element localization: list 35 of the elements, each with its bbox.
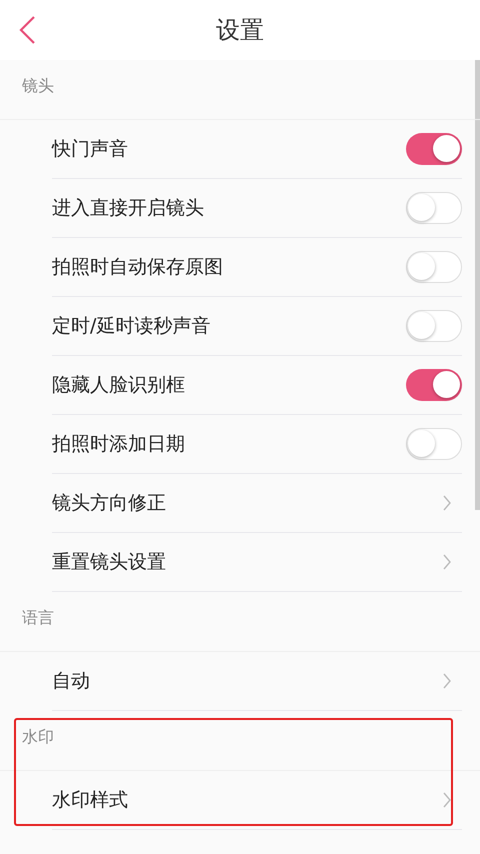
- row-label: 自动: [52, 669, 90, 694]
- settings-row[interactable]: 镜头方向修正: [52, 474, 462, 533]
- row-label: 进入直接开启镜头: [52, 196, 204, 221]
- row-label: 定时/延时读秒声音: [52, 314, 210, 339]
- toggle-switch[interactable]: [406, 251, 462, 283]
- row-label: 重置镜头设置: [52, 550, 166, 575]
- toggle-switch[interactable]: [406, 133, 462, 165]
- row-label: 水印样式: [52, 788, 128, 813]
- chevron-icon: [442, 672, 452, 690]
- chevron-icon: [442, 791, 452, 809]
- row-label: 隐藏人脸识别框: [52, 373, 185, 398]
- toggle-switch[interactable]: [406, 369, 462, 401]
- row-label: 拍照时自动保存原图: [52, 255, 223, 280]
- section-title: 水印: [22, 727, 54, 748]
- settings-row[interactable]: 隐藏人脸识别框: [52, 356, 462, 415]
- section-title: 镜头: [22, 76, 54, 97]
- settings-row[interactable]: 水印样式: [52, 771, 462, 830]
- toggle-switch[interactable]: [406, 192, 462, 224]
- back-icon[interactable]: [18, 15, 36, 45]
- section-title: 语言: [22, 608, 54, 629]
- row-label: 镜头方向修正: [52, 491, 166, 516]
- settings-row[interactable]: 重置镜头设置: [52, 533, 462, 592]
- toggle-switch[interactable]: [406, 310, 462, 342]
- settings-row[interactable]: 自动: [52, 652, 462, 711]
- settings-row[interactable]: 拍照时自动保存原图: [52, 238, 462, 297]
- chevron-icon: [442, 494, 452, 512]
- page-title: 设置: [216, 15, 264, 46]
- row-label: 拍照时添加日期: [52, 432, 185, 457]
- row-label: 快门声音: [52, 137, 128, 162]
- settings-row[interactable]: 拍照时添加日期: [52, 415, 462, 474]
- settings-row[interactable]: 进入直接开启镜头: [52, 179, 462, 238]
- settings-row[interactable]: 定时/延时读秒声音: [52, 297, 462, 356]
- settings-row[interactable]: 快门声音: [52, 120, 462, 179]
- chevron-icon: [442, 553, 452, 571]
- toggle-switch[interactable]: [406, 428, 462, 460]
